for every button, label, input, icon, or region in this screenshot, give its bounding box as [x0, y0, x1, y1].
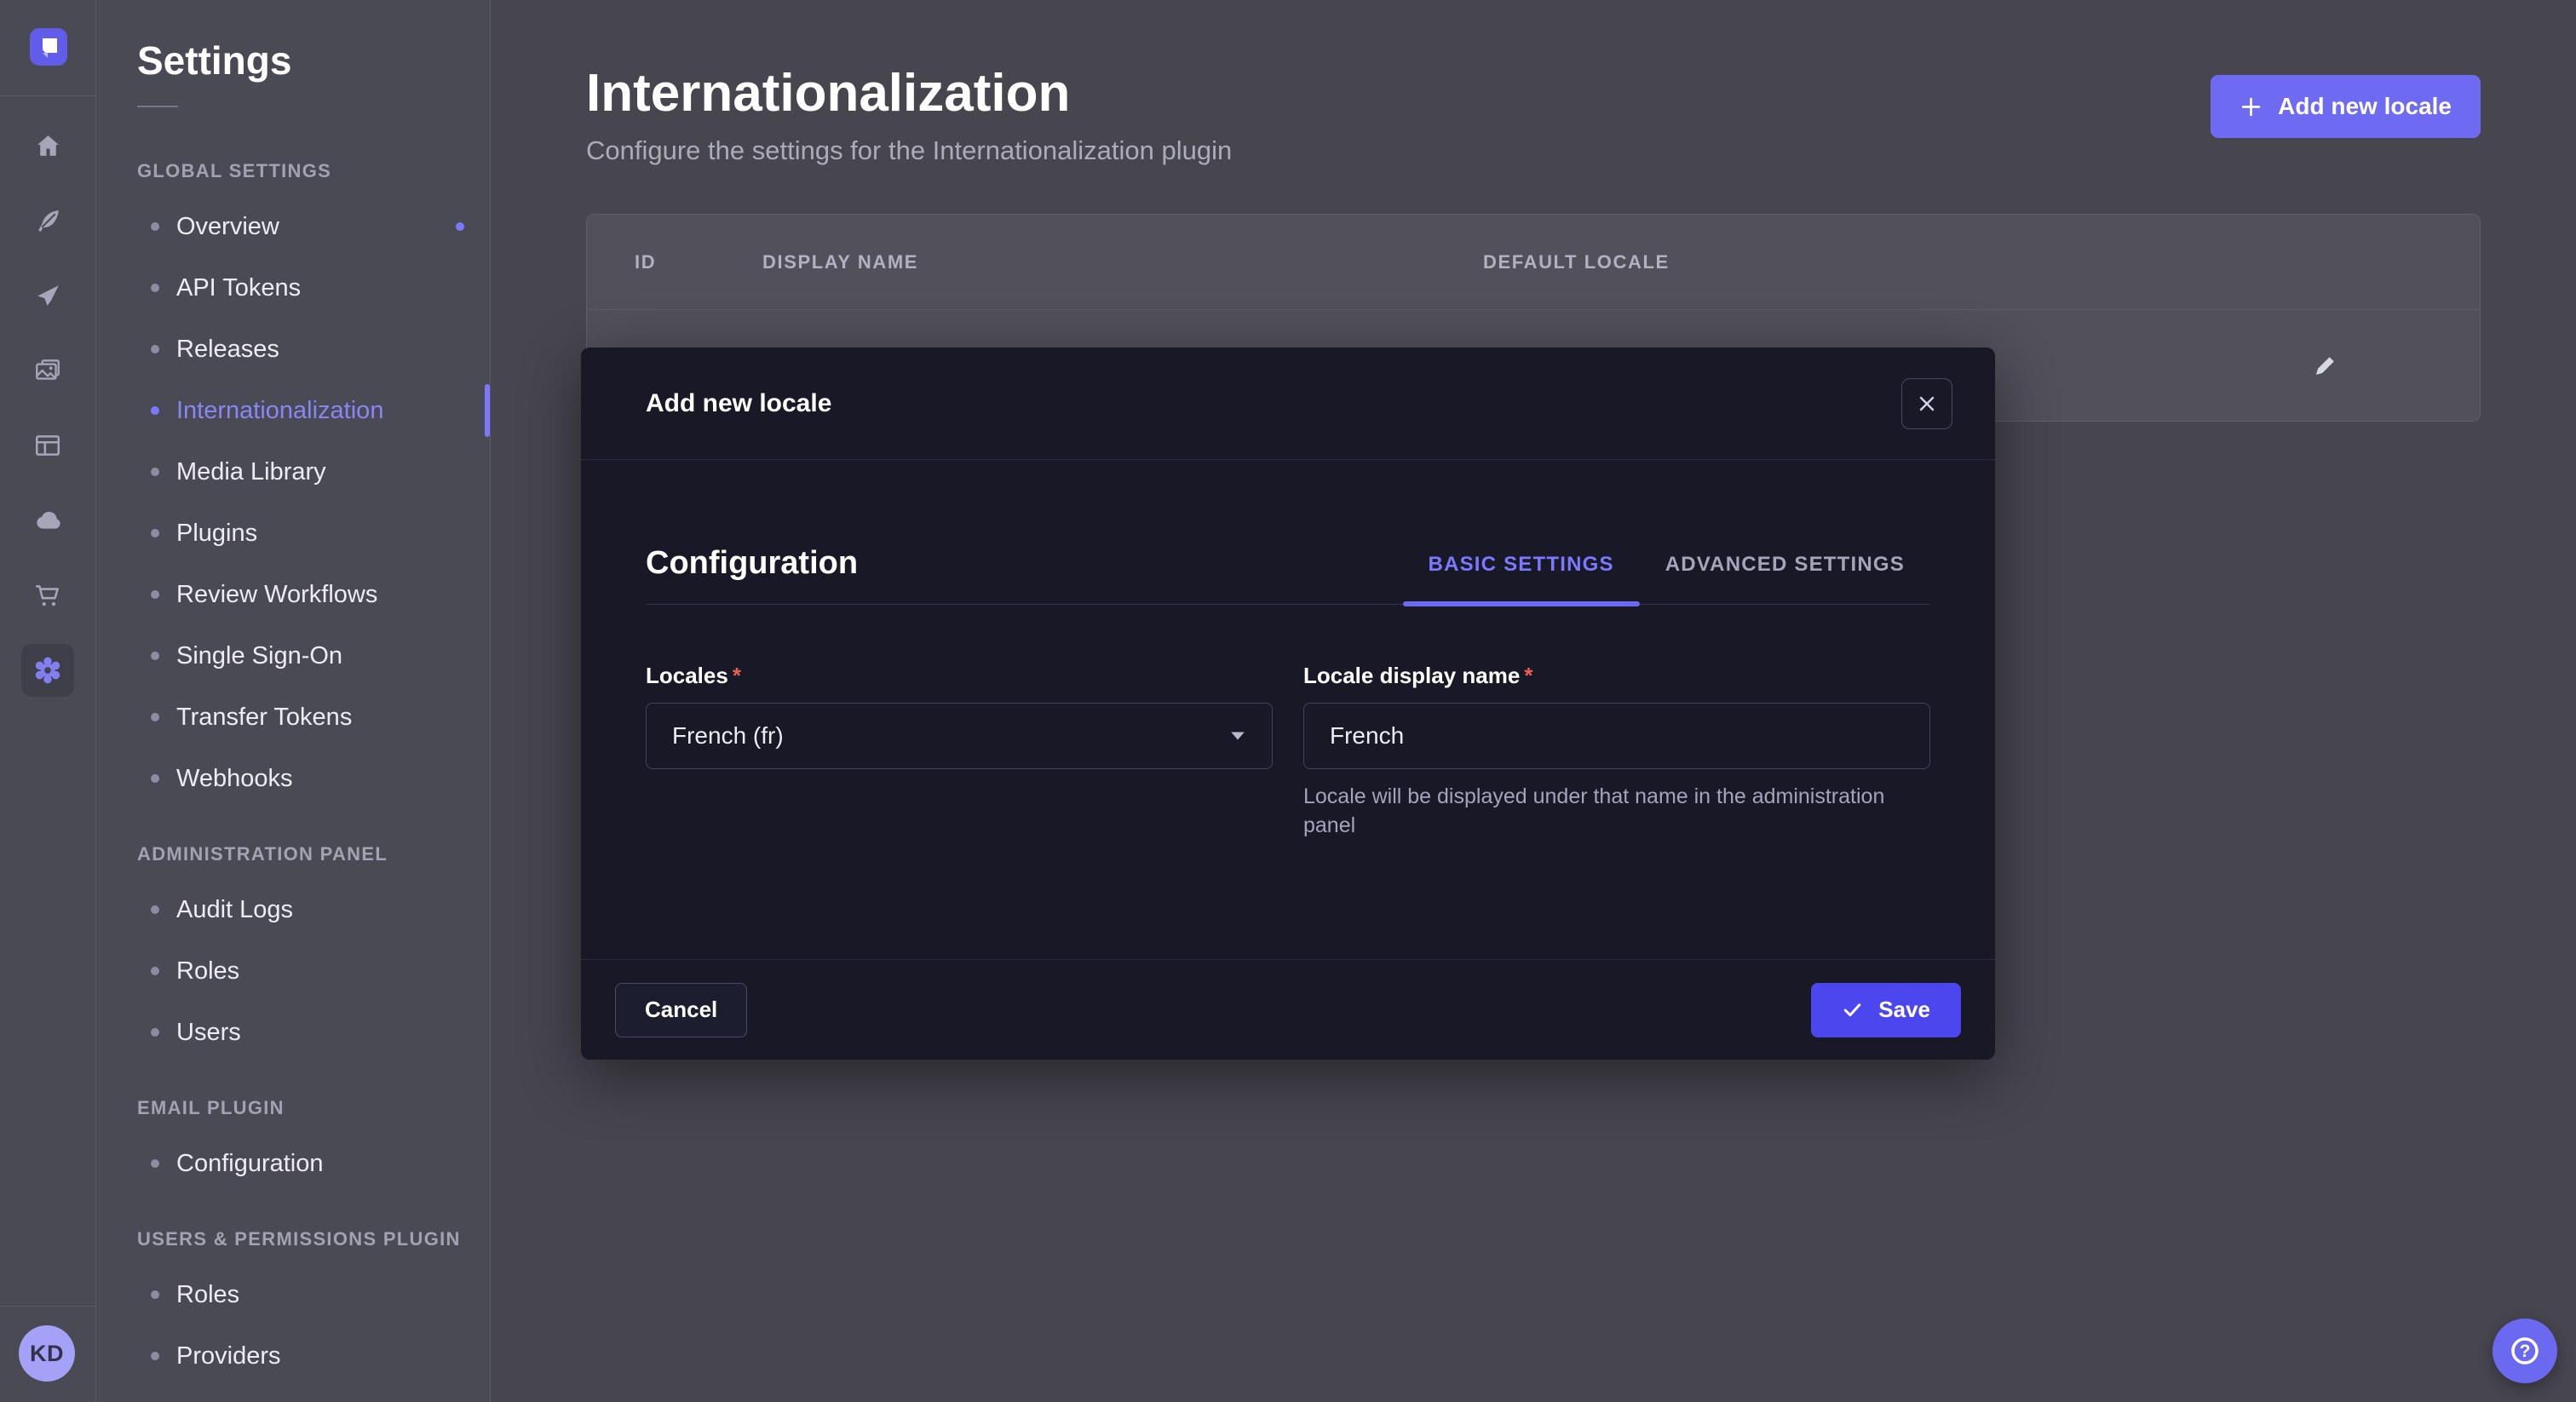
tab-advanced-settings[interactable]: ADVANCED SETTINGS — [1640, 553, 1930, 604]
page-title: Internationalization — [586, 63, 2481, 124]
bullet-icon — [151, 406, 159, 415]
chevron-down-icon — [1229, 728, 1246, 744]
rail-divider — [0, 1306, 95, 1307]
sidebar-item-single-sign-on[interactable]: Single Sign-On — [137, 625, 490, 687]
bullet-icon — [151, 1028, 159, 1037]
sidebar-item-media-library[interactable]: Media Library — [137, 441, 490, 503]
section-label-administration-panel: ADMINISTRATION PANEL — [137, 843, 490, 865]
modal-title: Add new locale — [646, 389, 831, 418]
sidebar-item-admin-roles[interactable]: Roles — [137, 940, 490, 1002]
display-name-field: Locale display name * Locale will be dis… — [1303, 663, 1930, 840]
notification-dot — [456, 222, 464, 231]
icon-rail: KD — [0, 0, 96, 1402]
question-mark-icon: ? — [2505, 1331, 2544, 1370]
settings-active-highlight — [21, 644, 74, 697]
page-subtitle: Configure the settings for the Internati… — [586, 135, 2481, 166]
svg-text:?: ? — [2520, 1342, 2531, 1361]
content-feather-icon[interactable] — [0, 183, 95, 258]
bullet-icon — [151, 284, 159, 292]
strapi-logo[interactable] — [30, 28, 67, 66]
bullet-icon — [151, 529, 159, 537]
send-plane-icon[interactable] — [0, 258, 95, 333]
cloud-icon[interactable] — [0, 483, 95, 558]
sidebar-item-up-roles[interactable]: Roles — [137, 1264, 490, 1325]
bullet-icon — [151, 1290, 159, 1299]
sidebar-item-internationalization[interactable]: Internationalization — [137, 380, 490, 441]
sidebar-item-audit-logs[interactable]: Audit Logs — [137, 879, 490, 940]
plus-icon — [2240, 95, 2263, 118]
global-settings-list: Overview API Tokens Releases Internation… — [137, 196, 490, 809]
sidebar-item-transfer-tokens[interactable]: Transfer Tokens — [137, 687, 490, 748]
close-icon — [1917, 394, 1937, 414]
bullet-icon — [151, 590, 159, 599]
modal-footer: Cancel Save — [581, 959, 1995, 1060]
email-plugin-list: Configuration — [137, 1133, 490, 1194]
table-header-row: ID DISPLAY NAME DEFAULT LOCALE — [587, 215, 2480, 310]
bullet-icon — [151, 345, 159, 353]
sidebar-item-api-tokens[interactable]: API Tokens — [137, 257, 490, 319]
bullet-icon — [151, 774, 159, 783]
sidebar-title: Settings — [137, 37, 490, 83]
marketplace-cart-icon[interactable] — [0, 558, 95, 633]
locales-select-value: French (fr) — [672, 722, 784, 750]
modal-header: Add new locale — [581, 348, 1995, 460]
required-asterisk: * — [1524, 663, 1532, 689]
sidebar-item-review-workflows[interactable]: Review Workflows — [137, 564, 490, 625]
bullet-icon — [151, 905, 159, 914]
bullet-icon — [151, 1352, 159, 1360]
user-avatar[interactable]: KD — [19, 1325, 75, 1382]
tab-basic-settings[interactable]: BASIC SETTINGS — [1403, 553, 1640, 604]
bullet-icon — [151, 713, 159, 721]
modal-close-button[interactable] — [1901, 378, 1952, 429]
section-label-email-plugin: EMAIL PLUGIN — [137, 1097, 490, 1119]
layout-icon[interactable] — [0, 408, 95, 483]
modal-fields: Locales * French (fr) Locale display nam… — [646, 663, 1930, 840]
required-asterisk: * — [733, 663, 741, 689]
cancel-button[interactable]: Cancel — [615, 983, 747, 1037]
edit-locale-button[interactable] — [2313, 352, 2338, 377]
section-label-global-settings: GLOBAL SETTINGS — [137, 160, 490, 182]
add-new-locale-button[interactable]: Add new locale — [2211, 75, 2481, 138]
settings-gear-icon[interactable] — [0, 633, 95, 708]
column-display-name: DISPLAY NAME — [762, 251, 1483, 273]
sidebar-item-releases[interactable]: Releases — [137, 319, 490, 380]
sidebar-item-providers[interactable]: Providers — [137, 1325, 490, 1387]
column-default-locale: DEFAULT LOCALE — [1483, 251, 2432, 273]
home-icon[interactable] — [0, 108, 95, 183]
sidebar-item-webhooks[interactable]: Webhooks — [137, 748, 490, 809]
bullet-icon — [151, 222, 159, 231]
help-button[interactable]: ? — [2493, 1319, 2557, 1383]
users-permissions-list: Roles Providers — [137, 1264, 490, 1387]
locales-field: Locales * French (fr) — [646, 663, 1273, 840]
check-icon — [1842, 999, 1863, 1020]
section-label-users-permissions-plugin: USERS & PERMISSIONS PLUGIN — [137, 1228, 490, 1250]
column-id: ID — [635, 251, 762, 273]
locales-select[interactable]: French (fr) — [646, 703, 1273, 769]
bullet-icon — [151, 468, 159, 476]
sidebar-item-plugins[interactable]: Plugins — [137, 503, 490, 564]
media-library-icon[interactable] — [0, 333, 95, 408]
save-button[interactable]: Save — [1811, 983, 1961, 1037]
configuration-title: Configuration — [646, 545, 858, 604]
pencil-icon — [2313, 352, 2338, 377]
rail-divider — [0, 95, 95, 96]
add-new-locale-modal: Add new locale Configuration BASIC SETTI… — [581, 348, 1995, 1060]
sidebar-item-overview[interactable]: Overview — [137, 196, 490, 257]
bullet-icon — [151, 1159, 159, 1168]
locales-label: Locales * — [646, 663, 1273, 689]
display-name-label: Locale display name * — [1303, 663, 1930, 689]
title-rule — [137, 106, 178, 107]
configuration-header-row: Configuration BASIC SETTINGS ADVANCED SE… — [646, 545, 1930, 605]
modal-body: Configuration BASIC SETTINGS ADVANCED SE… — [581, 545, 1995, 840]
settings-tabs: BASIC SETTINGS ADVANCED SETTINGS — [1403, 553, 1930, 604]
display-name-input[interactable] — [1303, 703, 1930, 769]
bullet-icon — [151, 967, 159, 975]
settings-sidebar: Settings GLOBAL SETTINGS Overview API To… — [96, 0, 491, 1402]
bullet-icon — [151, 652, 159, 660]
sidebar-item-email-configuration[interactable]: Configuration — [137, 1133, 490, 1194]
administration-panel-list: Audit Logs Roles Users — [137, 879, 490, 1063]
display-name-helper: Locale will be displayed under that name… — [1303, 783, 1900, 840]
sidebar-item-users[interactable]: Users — [137, 1002, 490, 1063]
